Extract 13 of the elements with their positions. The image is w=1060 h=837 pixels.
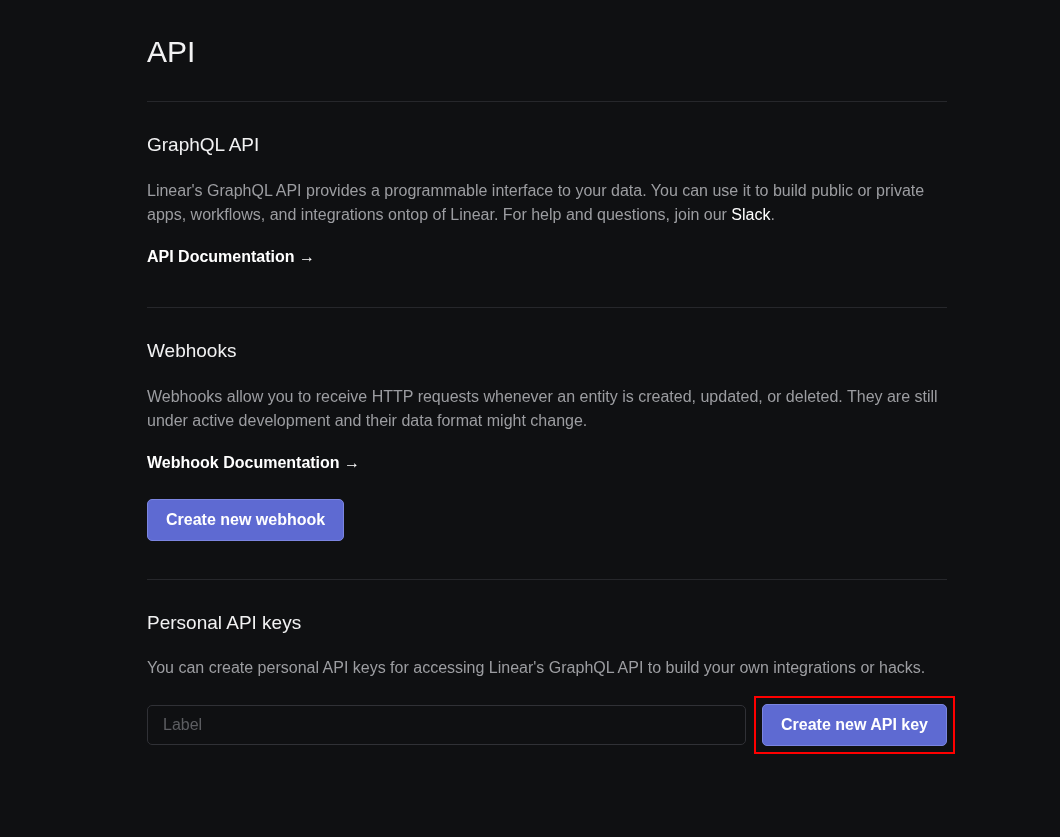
- section-title: Personal API keys: [147, 611, 303, 635]
- section-description: You can create personal API keys for accessing Linear's GraphQL API to build your own integrations or hacks.: [147, 658, 927, 679]
- create-button[interactable]: Create new API key: [761, 704, 947, 747]
- documentation-link[interactable]: Webhook Documentation →: [147, 450, 361, 475]
- label-input[interactable]: Label: [147, 705, 746, 746]
- section-description: Webhooks allow you to receive HTTP requests whenever an entity is created, updated, or deleted. They are still under active development and their data format might change.: [147, 386, 939, 431]
- section-description: Linear's GraphQL API provides a programmable interface to your data. You can use it to build public or private apps, workflows, and integrations ontop of Linear. For help and questions, join our Slack.: [147, 180, 926, 225]
- section-title: Webhooks: [147, 339, 238, 363]
- slack-link[interactable]: Slack: [731, 205, 771, 223]
- documentation-link[interactable]: API Documentation →: [147, 244, 315, 269]
- create-webhook-button[interactable]: Create new webhook: [147, 498, 345, 541]
- section-title: GraphQL API: [147, 134, 261, 157]
- page-title: API: [147, 34, 197, 70]
